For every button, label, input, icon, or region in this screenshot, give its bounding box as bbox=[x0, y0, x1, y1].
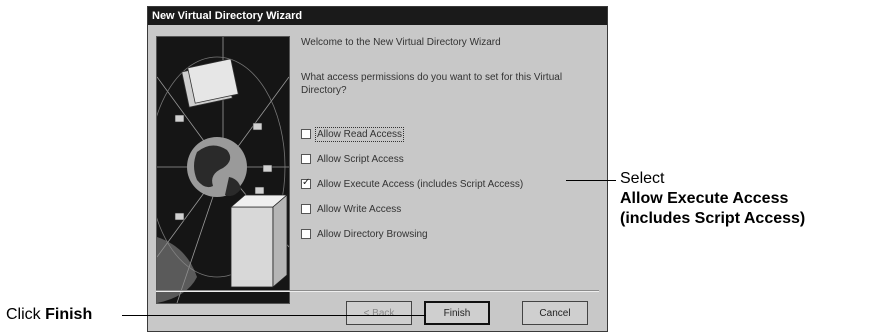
checkbox-box[interactable] bbox=[301, 204, 311, 214]
checkbox-box[interactable] bbox=[301, 154, 311, 164]
finish-callout-line bbox=[122, 315, 426, 316]
option-label: Allow Execute Access (includes Script Ac… bbox=[317, 178, 524, 190]
dialog-title-bar[interactable]: New Virtual Directory Wizard bbox=[148, 7, 607, 25]
checkbox-box[interactable]: ✓ bbox=[301, 177, 311, 189]
select-callout: Select Allow Execute Access (includes Sc… bbox=[620, 169, 805, 229]
select-callout-line bbox=[566, 180, 616, 181]
finish-button[interactable]: Finish bbox=[424, 301, 490, 325]
back-button[interactable]: < Back bbox=[346, 301, 412, 325]
button-separator bbox=[156, 290, 599, 292]
allow-execute-access-checkbox[interactable]: ✓ Allow Execute Access (includes Script … bbox=[301, 177, 523, 191]
select-callout-prefix: Select bbox=[620, 170, 665, 187]
dialog-title: New Virtual Directory Wizard bbox=[152, 10, 303, 22]
option-label: Allow Write Access bbox=[317, 203, 402, 215]
checkmark-icon: ✓ bbox=[302, 177, 311, 188]
wizard-illustration bbox=[156, 36, 290, 304]
allow-write-access-checkbox[interactable]: Allow Write Access bbox=[301, 202, 401, 216]
allow-directory-browsing-checkbox[interactable]: Allow Directory Browsing bbox=[301, 227, 428, 241]
option-label: Allow Read Access bbox=[314, 126, 405, 142]
checkbox-box[interactable] bbox=[301, 229, 311, 239]
checkbox-box[interactable] bbox=[301, 129, 311, 139]
finish-callout-label: Finish bbox=[45, 306, 93, 323]
option-label: Allow Directory Browsing bbox=[317, 228, 428, 240]
option-label: Allow Script Access bbox=[317, 153, 404, 165]
cancel-button[interactable]: Cancel bbox=[522, 301, 588, 325]
wizard-dialog: New Virtual Directory Wizard Welcome to … bbox=[147, 6, 608, 332]
finish-callout-prefix: Click bbox=[6, 306, 46, 323]
select-callout-line1: Allow Execute Access bbox=[620, 190, 789, 207]
allow-read-access-checkbox[interactable]: Allow Read Access bbox=[301, 126, 405, 142]
allow-script-access-checkbox[interactable]: Allow Script Access bbox=[301, 152, 404, 166]
finish-callout: Click Finish bbox=[6, 305, 92, 325]
welcome-text: Welcome to the New Virtual Directory Wiz… bbox=[301, 37, 501, 48]
select-callout-line2: (includes Script Access) bbox=[620, 210, 806, 227]
permissions-question: What access permissions do you want to s… bbox=[301, 72, 563, 96]
